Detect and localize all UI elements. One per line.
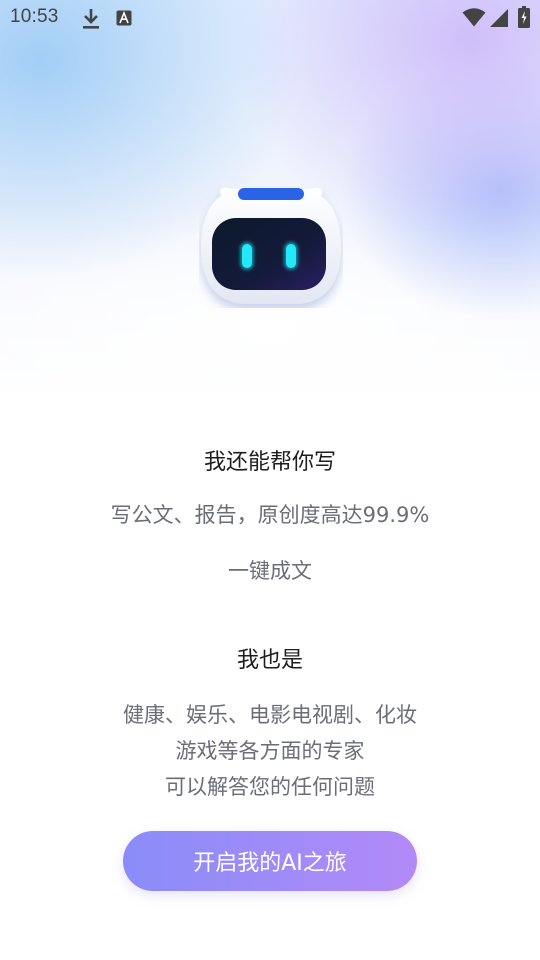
gradient-background [0,0,540,960]
start-ai-journey-label: 开启我的AI之旅 [193,851,347,876]
status-time: 10:53 [10,6,59,27]
section2-title: 我也是 [236,648,303,673]
robot-mascot-icon [201,187,341,304]
section2-line2: 游戏等各方面的专家 [175,739,365,763]
start-ai-journey-button[interactable]: 开启我的AI之旅 [123,831,417,891]
a-letter-icon [116,10,132,26]
section1-line2: 一键成文 [228,559,312,583]
wifi-icon [462,8,486,27]
section1-title: 我还能帮你写 [203,450,336,475]
section1-line1: 写公文、报告，原创度高达99.9% [110,503,430,527]
status-bar: 10:53 [0,0,540,36]
battery-charging-icon [518,6,530,28]
signal-icon [490,9,508,27]
section2-line1: 健康、娱乐、电影电视剧、化妆 [123,703,417,727]
section2-line3: 可以解答您的任何问题 [165,775,375,799]
download-icon [83,9,99,29]
